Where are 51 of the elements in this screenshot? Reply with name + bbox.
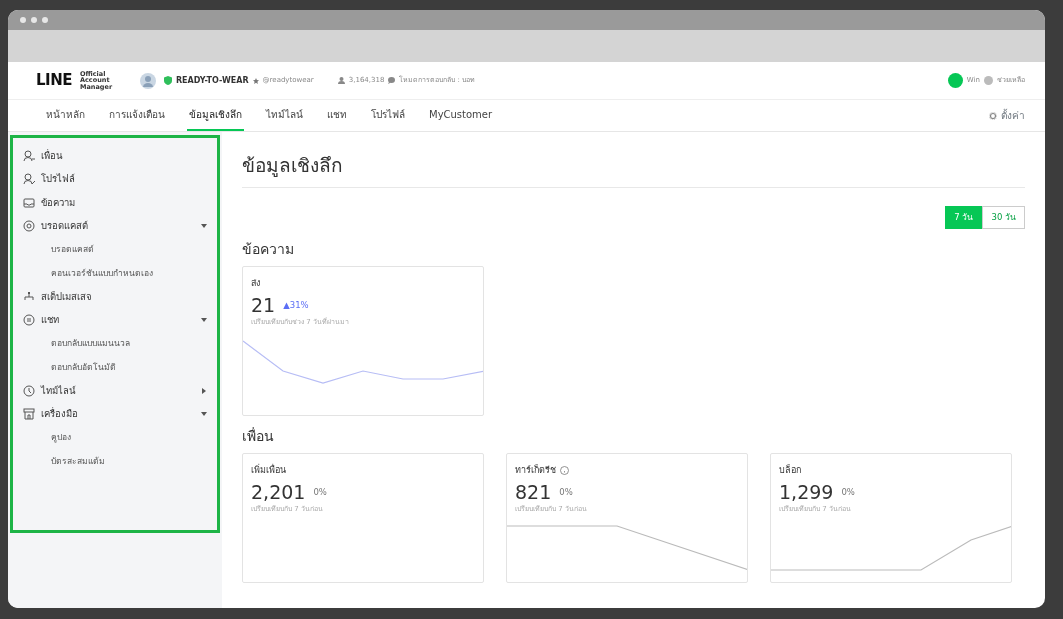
settings-link[interactable]: ตั้งค่า (1001, 108, 1025, 123)
sidebar-item[interactable]: บรอดแคสต์ (23, 214, 207, 238)
period-toggle[interactable]: 30 วัน (982, 205, 1025, 229)
sidebar-item[interactable]: สเต็ปเมสเสจ (23, 285, 207, 309)
person-edit-icon (23, 173, 35, 186)
person-icon (23, 149, 35, 162)
user-avatar-icon (947, 73, 963, 88)
store-icon (23, 408, 35, 421)
sidebar-item[interactable]: แชท (23, 308, 207, 332)
stat-change: 0% (313, 486, 327, 499)
shield-icon (163, 76, 172, 85)
sidebar-subitem[interactable]: บรอดแคสต์ (23, 238, 207, 262)
page-title: ข้อมูลเชิงลึก (242, 154, 1025, 188)
sidebar-subitem[interactable]: ตอบกลับแบบแมนนวล (23, 332, 207, 356)
sidebar-item[interactable]: โปรไฟล์ (23, 167, 207, 191)
hierarchy-icon (23, 290, 35, 303)
stat-value: 821 (515, 481, 552, 504)
nav-tab[interactable]: โปรไฟล์ (369, 100, 407, 131)
gear-icon (989, 111, 997, 120)
nav-tab[interactable]: การแจ้งเตือน (107, 100, 167, 131)
sidebar-item[interactable]: เครื่องมือ (23, 402, 207, 426)
sidebar-subitem[interactable]: บัตรสะสมแต้ม (23, 449, 207, 473)
stat-label: ทาร์เก็ตรีช (515, 463, 556, 477)
logo: LINE (36, 70, 72, 92)
nav-tab[interactable]: MyCustomer (427, 100, 495, 131)
stat-change: 0% (841, 486, 855, 499)
person-icon (337, 77, 345, 84)
stat-label: บล็อก (779, 463, 801, 477)
sidebar-subitem[interactable]: คอนเวอร์ชันแบบกำหนดเอง (23, 261, 207, 285)
stat-change: 0% (559, 486, 573, 499)
stat-label: ส่ง (251, 276, 260, 290)
stat-value: 21 (251, 294, 276, 317)
stat-change: ▲31% (283, 299, 309, 312)
stat-value: 1,299 (779, 481, 834, 504)
nav-tab[interactable]: ไทม์ไลน์ (264, 100, 305, 131)
sidebar-item[interactable]: ไทม์ไลน์ (23, 379, 207, 403)
stat-value: 2,201 (251, 481, 306, 504)
sidebar-subitem[interactable]: ตอบกลับอัตโนมัติ (23, 355, 207, 379)
section-title: ข้อความ (242, 239, 295, 259)
account-name: READY-TO-WEAR (175, 74, 249, 87)
avatar-icon (139, 72, 156, 89)
sidebar-subitem[interactable]: คูปอง (23, 426, 207, 450)
sidebar-item[interactable]: เพื่อน (23, 144, 207, 168)
section-title: เพื่อน (242, 426, 275, 446)
inbox-icon (23, 196, 35, 209)
stat-label: เพิ่มเพื่อน (251, 463, 286, 477)
nav-tab[interactable]: หน้าหลัก (44, 100, 87, 131)
clock-icon (23, 384, 35, 397)
sidebar-item[interactable]: ข้อความ (23, 191, 207, 215)
nav-tab[interactable]: แชท (325, 100, 349, 131)
star-icon (252, 77, 259, 84)
